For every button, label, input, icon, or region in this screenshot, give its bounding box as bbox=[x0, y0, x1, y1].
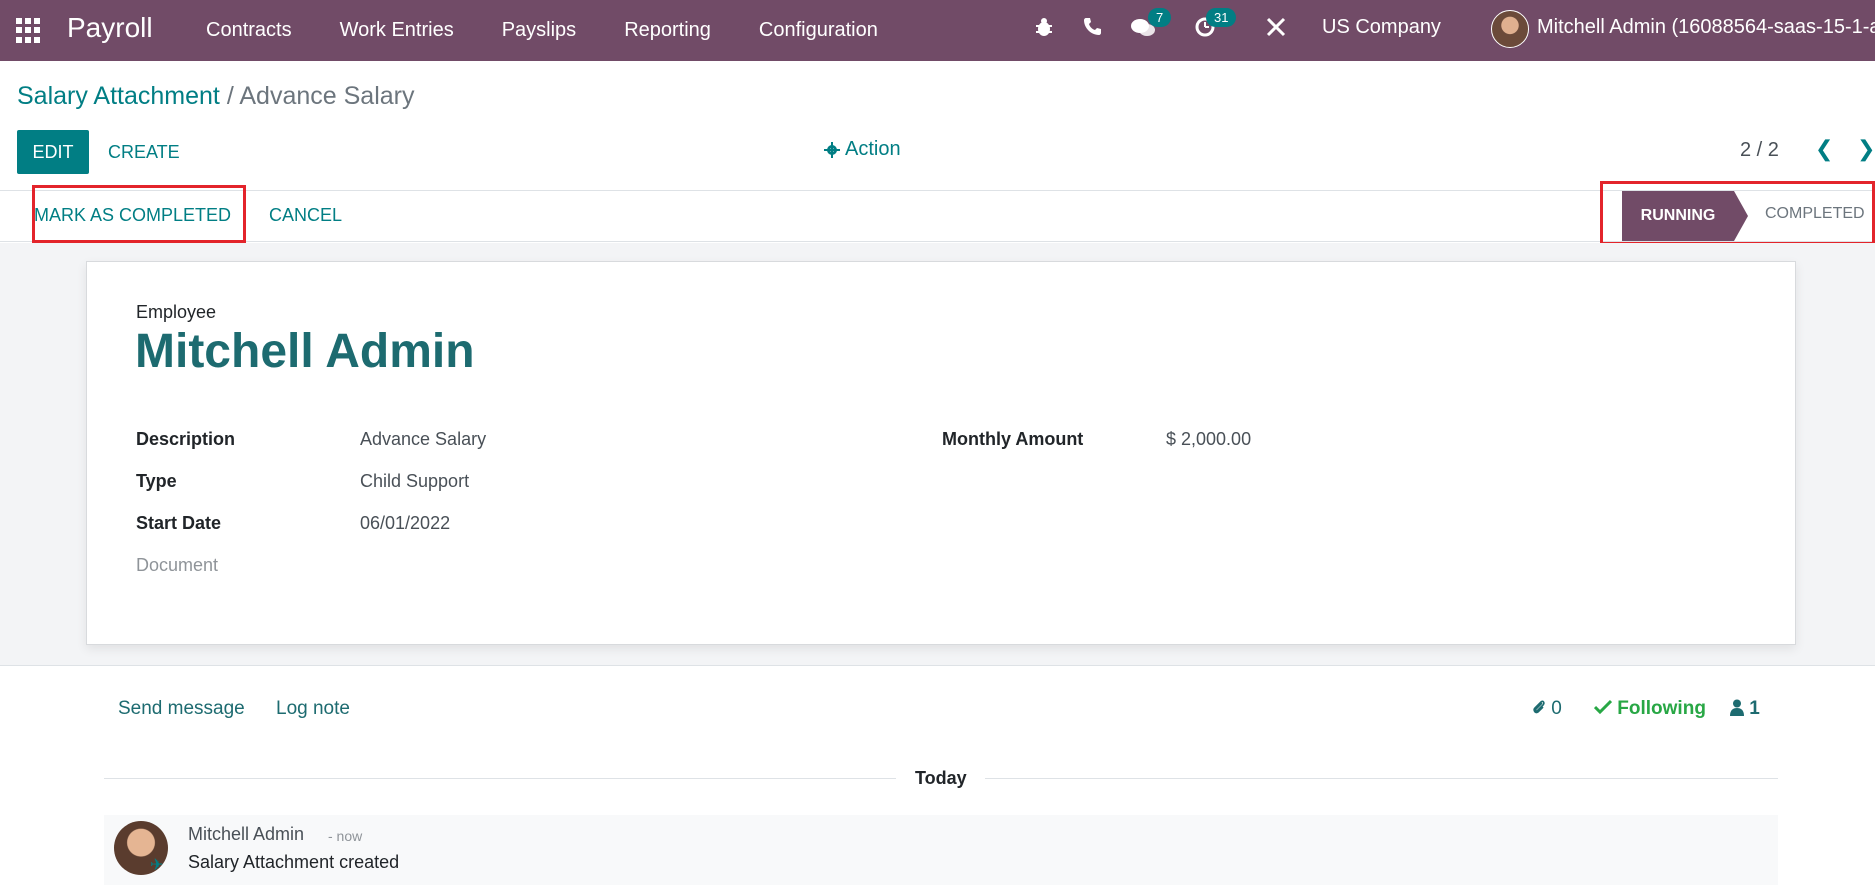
chatter-message: ✈ Mitchell Admin - now Salary Attachment… bbox=[104, 815, 1778, 885]
user-avatar[interactable] bbox=[1491, 10, 1529, 48]
app-brand[interactable]: Payroll bbox=[67, 12, 153, 44]
message-author[interactable]: Mitchell Admin bbox=[188, 824, 304, 845]
apps-menu-icon[interactable] bbox=[16, 15, 44, 43]
highlight-mark-as-completed bbox=[32, 185, 246, 243]
message-body: Salary Attachment created bbox=[188, 852, 400, 872]
top-navbar: Payroll Contracts Work Entries Payslips … bbox=[0, 0, 1875, 61]
check-icon bbox=[1593, 699, 1613, 715]
pager-value[interactable]: 2 / 2 bbox=[1740, 139, 1779, 162]
main-menu: Contracts Work Entries Payslips Reportin… bbox=[190, 0, 926, 61]
followers-count: 1 bbox=[1749, 698, 1760, 719]
breadcrumb-current: Advance Salary bbox=[239, 82, 415, 110]
user-menu[interactable]: Mitchell Admin (16088564-saas-15-1-all) bbox=[1537, 16, 1875, 39]
breadcrumb-separator: / bbox=[226, 82, 234, 110]
edit-button[interactable]: EDIT bbox=[17, 130, 89, 174]
paperclip-icon bbox=[1533, 700, 1545, 714]
description-value: Advance Salary bbox=[360, 429, 487, 449]
followers-button[interactable]: 1 bbox=[1730, 698, 1760, 720]
date-separator: Today bbox=[915, 768, 967, 788]
tools-icon[interactable] bbox=[1266, 17, 1286, 37]
following-label: Following bbox=[1617, 698, 1706, 719]
send-message-button[interactable]: Send message bbox=[118, 698, 245, 720]
monthly-amount-label: Monthly Amount bbox=[942, 429, 1084, 449]
action-label: Action bbox=[845, 138, 901, 160]
menu-item-configuration[interactable]: Configuration bbox=[759, 19, 878, 42]
pager-next-icon[interactable]: ❯ bbox=[1857, 136, 1875, 162]
breadcrumb-parent[interactable]: Salary Attachment bbox=[17, 82, 220, 110]
cancel-button[interactable]: CANCEL bbox=[269, 205, 342, 226]
create-button[interactable]: CREATE bbox=[108, 130, 180, 174]
menu-item-work-entries[interactable]: Work Entries bbox=[340, 19, 454, 42]
activities-badge: 31 bbox=[1206, 8, 1237, 27]
message-time: - now bbox=[328, 828, 363, 844]
employee-label: Employee bbox=[136, 302, 217, 322]
form-sheet: Employee Mitchell Admin Description Adva… bbox=[86, 261, 1796, 645]
status-bar: MARK AS COMPLETED CANCEL RUNNING COMPLET… bbox=[0, 190, 1875, 242]
menu-item-payslips[interactable]: Payslips bbox=[502, 19, 576, 42]
start-date-value: 06/01/2022 bbox=[360, 513, 451, 533]
following-button[interactable]: Following bbox=[1593, 698, 1706, 720]
debug-bug-icon[interactable] bbox=[1035, 16, 1053, 38]
gear-icon bbox=[824, 141, 840, 158]
company-switcher[interactable]: US Company bbox=[1322, 16, 1441, 39]
highlight-stage-bar bbox=[1600, 181, 1875, 245]
type-label: Type bbox=[136, 471, 177, 491]
description-label: Description bbox=[136, 429, 236, 449]
attachments-count: 0 bbox=[1551, 698, 1562, 719]
monthly-amount-value: $ 2,000.00 bbox=[1166, 429, 1252, 449]
phone-icon[interactable] bbox=[1083, 17, 1101, 35]
date-divider-left bbox=[104, 778, 896, 779]
date-divider-right bbox=[985, 778, 1778, 779]
plane-icon: ✈ bbox=[150, 857, 164, 874]
pager-previous-icon[interactable]: ❮ bbox=[1815, 136, 1833, 162]
messages-badge: 7 bbox=[1148, 8, 1172, 27]
employee-name[interactable]: Mitchell Admin bbox=[135, 324, 475, 379]
menu-item-contracts[interactable]: Contracts bbox=[206, 19, 292, 42]
type-value: Child Support bbox=[360, 471, 470, 491]
attachments-button[interactable]: 0 bbox=[1532, 698, 1562, 720]
user-icon bbox=[1730, 699, 1744, 716]
document-label: Document bbox=[136, 555, 219, 575]
start-date-label: Start Date bbox=[136, 513, 222, 533]
log-note-button[interactable]: Log note bbox=[276, 698, 350, 720]
menu-item-reporting[interactable]: Reporting bbox=[624, 19, 711, 42]
breadcrumb: Salary Attachment / Advance Salary bbox=[17, 82, 414, 111]
action-menu[interactable]: Action bbox=[824, 138, 901, 161]
